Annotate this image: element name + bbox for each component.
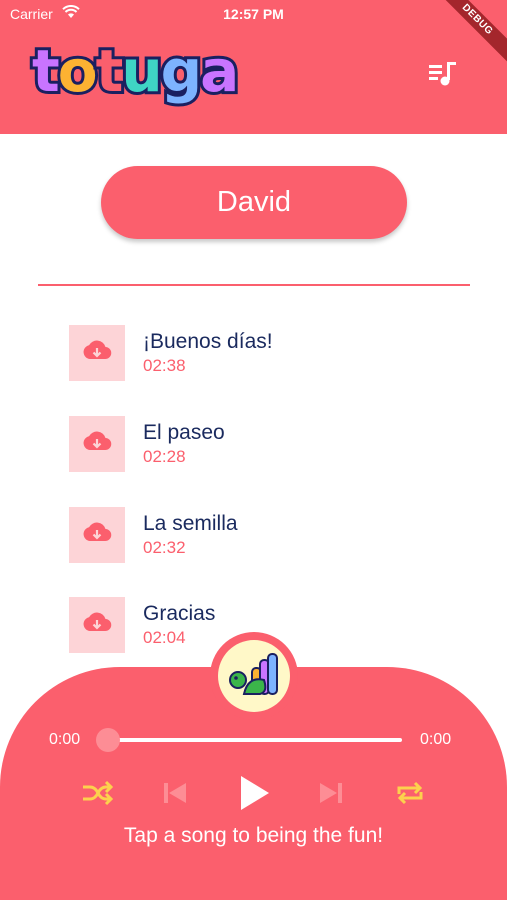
song-item[interactable]: El paseo 02:28	[69, 416, 469, 472]
status-time: 12:57 PM	[223, 6, 284, 22]
shuffle-button[interactable]	[80, 778, 114, 808]
divider	[38, 284, 470, 286]
next-button[interactable]	[314, 778, 348, 808]
player-hint: Tap a song to being the fun!	[123, 824, 384, 847]
repeat-button[interactable]	[393, 778, 427, 808]
profile-name-button[interactable]: David	[101, 166, 407, 239]
elapsed-time: 0:00	[49, 731, 81, 748]
song-title: El paseo	[143, 421, 225, 444]
totuga-logo: totuga	[29, 34, 242, 108]
app-header: Carrier 12:57 PM DEBUG totuga	[0, 0, 507, 134]
play-icon	[241, 776, 269, 810]
cloud-download-icon	[83, 431, 112, 451]
song-thumbnail[interactable]	[69, 597, 125, 653]
song-thumbnail[interactable]	[69, 507, 125, 563]
song-duration: 02:38	[143, 356, 186, 375]
song-item[interactable]: ¡Buenos días! 02:38	[69, 325, 469, 381]
song-duration: 02:28	[143, 447, 186, 466]
turtle-avatar[interactable]	[218, 640, 290, 712]
song-thumbnail[interactable]	[69, 416, 125, 472]
song-duration: 02:04	[143, 628, 186, 647]
song-title: Gracias	[143, 602, 216, 625]
play-button[interactable]	[236, 773, 272, 813]
logo-text: totuga	[29, 34, 242, 108]
repeat-icon	[397, 781, 423, 805]
seek-slider-track[interactable]	[108, 738, 402, 742]
total-time: 0:00	[420, 731, 452, 748]
previous-button[interactable]	[158, 778, 192, 808]
cloud-download-icon	[83, 612, 112, 632]
playlist-music-icon[interactable]	[428, 60, 458, 88]
turtle-icon	[229, 653, 278, 695]
song-title: ¡Buenos días!	[143, 330, 273, 353]
skip-previous-icon	[164, 783, 186, 803]
status-bar: Carrier 12:57 PM	[0, 0, 507, 28]
song-duration: 02:32	[143, 538, 186, 557]
skip-next-icon	[320, 783, 342, 803]
song-thumbnail[interactable]	[69, 325, 125, 381]
seek-slider-thumb[interactable]	[96, 728, 120, 752]
shuffle-icon	[83, 780, 114, 806]
song-title: La semilla	[143, 512, 238, 535]
cloud-download-icon	[83, 340, 112, 360]
cloud-download-icon	[83, 522, 112, 542]
song-item[interactable]: La semilla 02:32	[69, 507, 469, 563]
